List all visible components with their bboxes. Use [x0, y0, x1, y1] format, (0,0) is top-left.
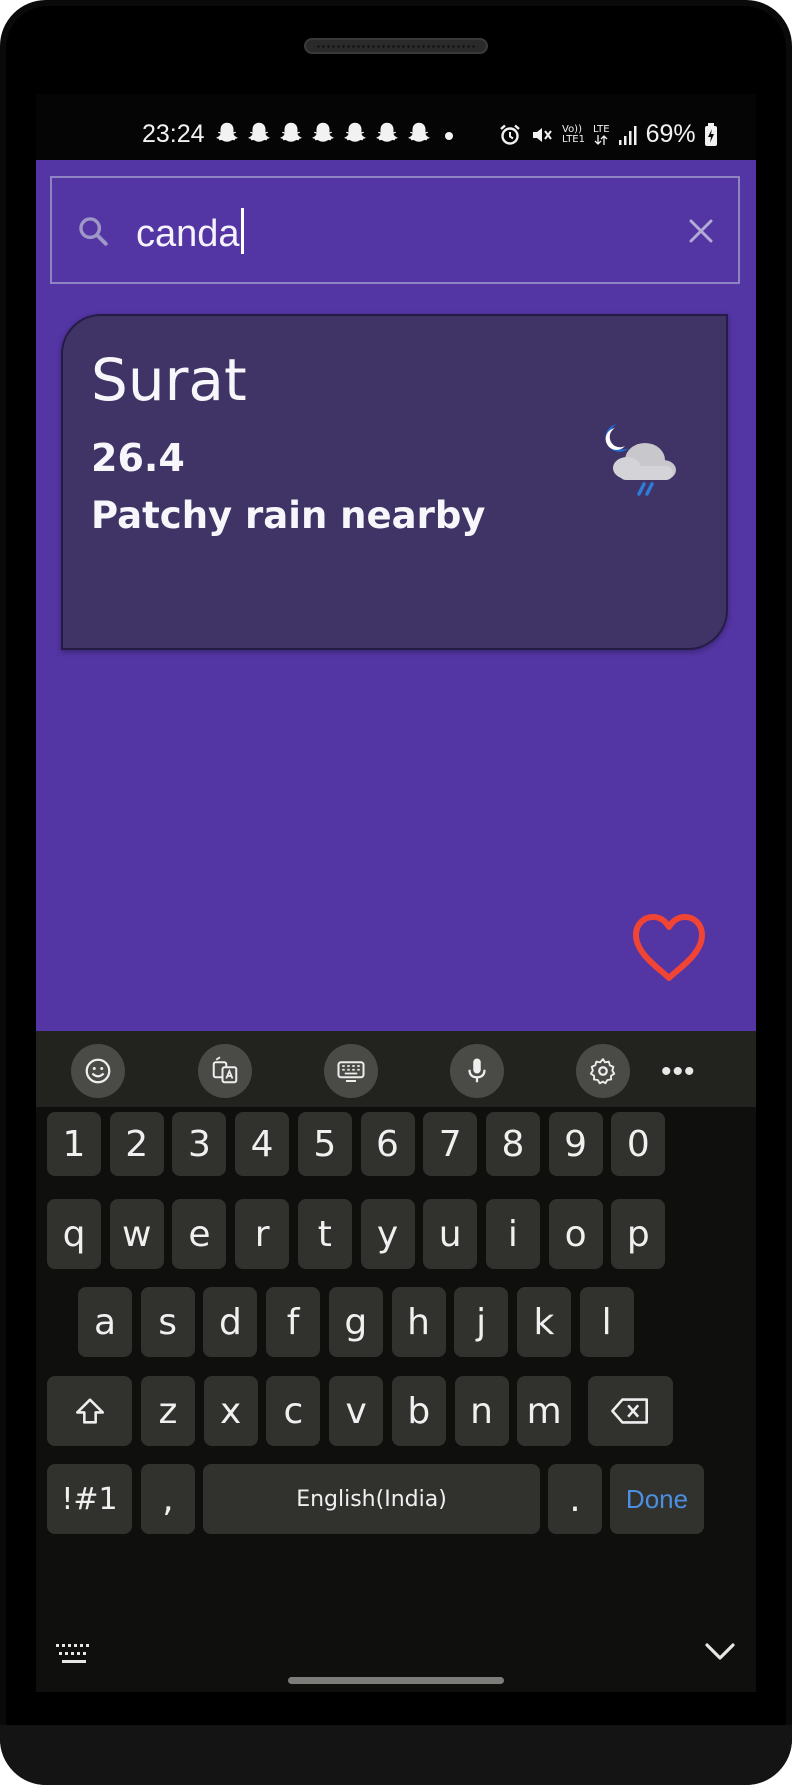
key-f[interactable]: f: [266, 1287, 321, 1357]
key-9[interactable]: 9: [548, 1112, 603, 1176]
key-7[interactable]: 7: [423, 1112, 478, 1176]
shift-icon: [75, 1398, 104, 1424]
battery-percent: 69%: [645, 120, 696, 148]
settings-icon: [589, 1058, 616, 1085]
battery-charging-icon: [704, 122, 717, 146]
city-name: Surat: [91, 346, 247, 414]
key-4[interactable]: 4: [235, 1112, 290, 1176]
snapchat-icon: [312, 122, 334, 142]
emoji-button[interactable]: [71, 1044, 125, 1098]
key-1[interactable]: 1: [47, 1112, 101, 1176]
snapchat-icon: [408, 122, 430, 142]
weather-condition: Patchy rain nearby: [91, 494, 486, 537]
snapchat-icon: [376, 122, 398, 142]
backspace-icon: [610, 1398, 648, 1424]
key-s[interactable]: s: [140, 1287, 195, 1357]
search-input[interactable]: canda: [136, 208, 244, 256]
volte-indicator: Vo)) LTE1: [562, 123, 585, 145]
backspace-key[interactable]: [588, 1376, 673, 1446]
key-c[interactable]: c: [266, 1376, 321, 1446]
snapchat-icon: [248, 122, 270, 142]
key-d[interactable]: d: [203, 1287, 258, 1357]
weather-app: canda Surat 26.4 Patchy rain nearby: [36, 160, 756, 1031]
key-x[interactable]: x: [203, 1376, 258, 1446]
key-r[interactable]: r: [235, 1199, 290, 1269]
voice-input-button[interactable]: [450, 1044, 504, 1098]
keyboard-mode-button[interactable]: [324, 1044, 378, 1098]
status-time: 23:24: [142, 120, 205, 148]
snapchat-icon: [344, 122, 366, 142]
heart-outline-icon[interactable]: [630, 912, 708, 984]
key-q[interactable]: q: [47, 1199, 101, 1269]
home-indicator[interactable]: [288, 1677, 504, 1684]
search-icon: [79, 217, 108, 246]
alarm-icon: [500, 124, 520, 145]
lte-indicator: LTE: [593, 124, 610, 145]
snapchat-icon: [280, 122, 302, 142]
signal-icon: [618, 125, 637, 145]
key-n[interactable]: n: [454, 1376, 509, 1446]
on-screen-keyboard: ••• 1234567890 qwertyuiop asdfghjkl zxcvbnm…: [36, 1031, 756, 1692]
key-w[interactable]: w: [109, 1199, 164, 1269]
key-0[interactable]: 0: [611, 1112, 666, 1176]
keyboard-mode-icon: [337, 1061, 365, 1082]
microphone-icon: [468, 1058, 486, 1083]
close-icon[interactable]: [686, 216, 716, 246]
translate-button[interactable]: [198, 1044, 252, 1098]
search-bar[interactable]: canda: [50, 176, 740, 284]
comma-key[interactable]: ,: [141, 1464, 195, 1534]
patchy-rain-night-icon: [605, 424, 676, 496]
chevron-down-icon[interactable]: [704, 1641, 736, 1663]
phone-chin: [0, 1725, 792, 1785]
keyboard-settings-button[interactable]: [576, 1044, 630, 1098]
key-5[interactable]: 5: [297, 1112, 352, 1176]
earpiece-speaker: [304, 38, 488, 54]
key-t[interactable]: t: [297, 1199, 352, 1269]
keyboard-toolbar: •••: [36, 1031, 756, 1107]
key-a[interactable]: a: [78, 1287, 132, 1357]
key-v[interactable]: v: [329, 1376, 384, 1446]
keyboard-hide-icon[interactable]: [56, 1644, 92, 1666]
system-icons: Vo)) LTE1 LTE 69%: [498, 120, 718, 149]
symbols-key[interactable]: !#1: [47, 1464, 132, 1534]
key-e[interactable]: e: [172, 1199, 227, 1269]
weather-card[interactable]: Surat 26.4 Patchy rain nearby: [61, 314, 728, 650]
translate-icon: [212, 1056, 238, 1084]
text-cursor: [240, 208, 244, 254]
key-l[interactable]: l: [579, 1287, 634, 1357]
key-k[interactable]: k: [516, 1287, 571, 1357]
status-bar: 23:24 Vo)) LTE1 LTE 69%: [36, 94, 756, 160]
key-6[interactable]: 6: [360, 1112, 415, 1176]
key-m[interactable]: m: [517, 1376, 572, 1446]
shift-key[interactable]: [47, 1376, 132, 1446]
key-2[interactable]: 2: [109, 1112, 164, 1176]
key-p[interactable]: p: [611, 1199, 666, 1269]
more-notifications-dot: [445, 132, 453, 140]
space-key[interactable]: English(India): [203, 1464, 540, 1534]
key-y[interactable]: y: [360, 1199, 415, 1269]
key-z[interactable]: z: [141, 1376, 195, 1446]
more-icon[interactable]: •••: [661, 1055, 696, 1089]
key-j[interactable]: j: [454, 1287, 509, 1357]
temperature: 26.4: [91, 436, 185, 480]
key-g[interactable]: g: [328, 1287, 383, 1357]
mute-icon: [533, 127, 552, 142]
snapchat-icon: [216, 122, 238, 142]
done-key[interactable]: Done: [610, 1464, 704, 1534]
emoji-icon: [85, 1058, 111, 1084]
phone-frame: 23:24 Vo)) LTE1 LTE 69% canda Surat 26.4…: [0, 0, 792, 1785]
notification-icons: [214, 120, 432, 146]
period-key[interactable]: .: [548, 1464, 602, 1534]
key-i[interactable]: i: [485, 1199, 540, 1269]
key-u[interactable]: u: [423, 1199, 478, 1269]
key-o[interactable]: o: [548, 1199, 603, 1269]
search-query: canda: [136, 213, 240, 255]
screen: 23:24 Vo)) LTE1 LTE 69% canda Surat 26.4…: [36, 94, 756, 1692]
key-h[interactable]: h: [391, 1287, 446, 1357]
key-8[interactable]: 8: [485, 1112, 540, 1176]
key-3[interactable]: 3: [172, 1112, 227, 1176]
key-b[interactable]: b: [391, 1376, 446, 1446]
